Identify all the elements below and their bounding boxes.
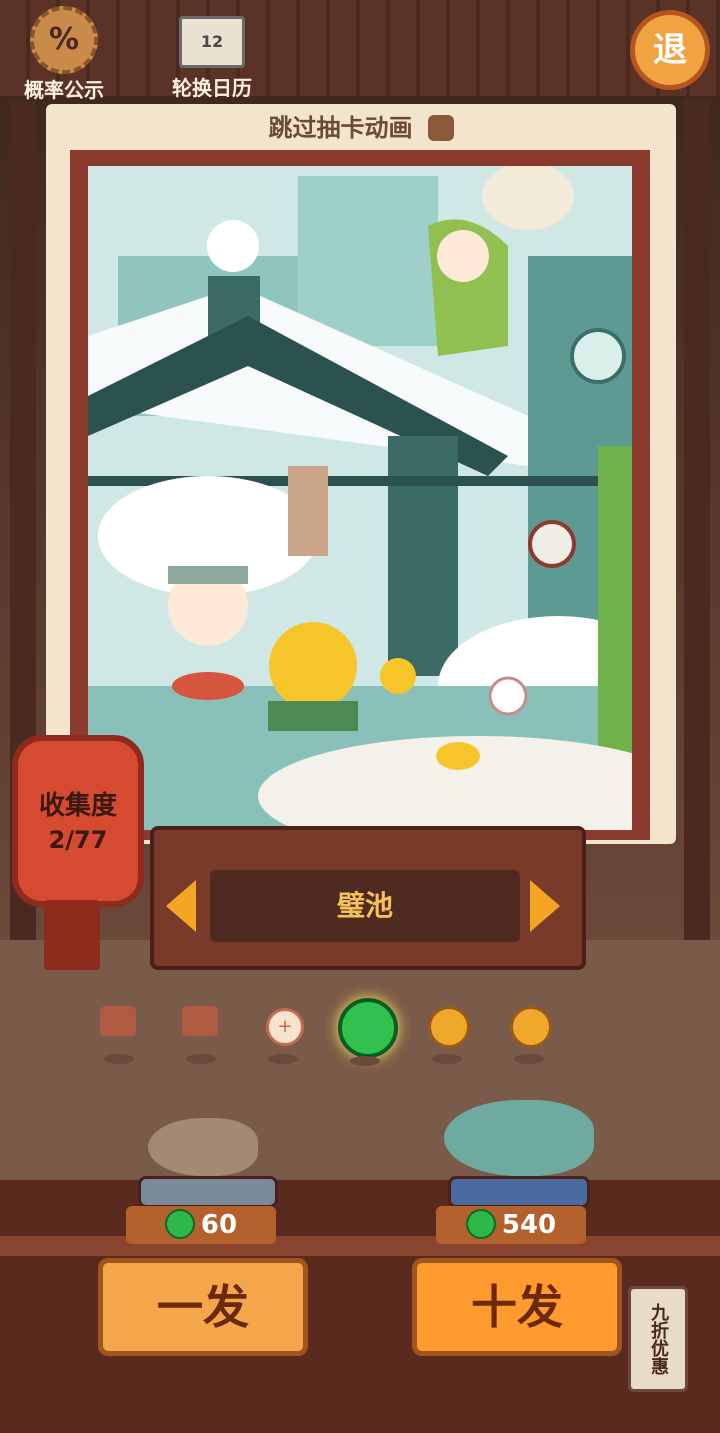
selector-shadow [514, 1054, 544, 1064]
lantern-stand [44, 900, 100, 970]
plus-coin-banner-icon[interactable]: + [266, 1008, 304, 1046]
exit-button[interactable]: 退 [630, 10, 710, 90]
jade-gem-icon [164, 1208, 195, 1239]
skip-animation-toggle[interactable]: 跳过抽卡动画 [46, 104, 676, 152]
big-fish-stand [448, 1176, 590, 1208]
gold-coin-banner-icon[interactable] [510, 1006, 552, 1048]
skip-animation-checkbox[interactable] [427, 115, 454, 141]
percent-gear-icon: % [30, 6, 98, 74]
ten-pull-cost-value: 540 [501, 1210, 557, 1240]
probability-button[interactable]: % 概率公示 [14, 6, 114, 103]
jade-gem-icon [465, 1208, 496, 1239]
gold-coin-banner-icon[interactable] [428, 1006, 470, 1048]
selector-shadow [104, 1054, 134, 1064]
single-pull-cost-value: 60 [200, 1210, 238, 1240]
collection-label: 收集度 [38, 791, 117, 821]
collection-value: 2/77 [48, 826, 108, 854]
next-banner-arrow-icon[interactable] [530, 880, 560, 932]
rotation-calendar-button[interactable]: 12 轮换日历 [162, 6, 262, 101]
calendar-label: 轮换日历 [172, 76, 252, 100]
bathhouse-scene-illustration [88, 166, 632, 830]
house-banner-icon[interactable] [100, 1006, 136, 1036]
counter-desk-top [0, 1236, 720, 1256]
house-banner-icon[interactable] [182, 1006, 218, 1036]
small-fish-icon [148, 1118, 258, 1176]
big-fish-icon [444, 1100, 594, 1176]
calendar-icon: 12 [179, 16, 245, 68]
single-pull-cost: 60 [126, 1206, 276, 1244]
jade-disc-banner-icon-selected[interactable] [338, 998, 398, 1058]
skip-animation-label: 跳过抽卡动画 [268, 114, 413, 142]
selector-shadow [432, 1054, 462, 1064]
banner-illustration [88, 166, 632, 830]
ten-pull-cost: 540 [436, 1206, 586, 1244]
selector-shadow [350, 1056, 380, 1066]
probability-label: 概率公示 [24, 78, 104, 102]
single-pull-button[interactable]: 一发 [98, 1258, 308, 1356]
banner-selector: + [0, 998, 720, 1068]
selector-shadow [186, 1054, 216, 1064]
small-fish-stand [138, 1176, 278, 1208]
right-pillar [684, 100, 710, 960]
previous-banner-arrow-icon[interactable] [166, 880, 196, 932]
banner-name: 璧池 [210, 870, 520, 942]
collection-lantern[interactable]: 收集度 2/77 [12, 735, 144, 907]
selector-shadow [268, 1054, 298, 1064]
discount-tag: 九折优惠 [628, 1286, 688, 1392]
ten-pull-button[interactable]: 十发 [412, 1258, 622, 1356]
